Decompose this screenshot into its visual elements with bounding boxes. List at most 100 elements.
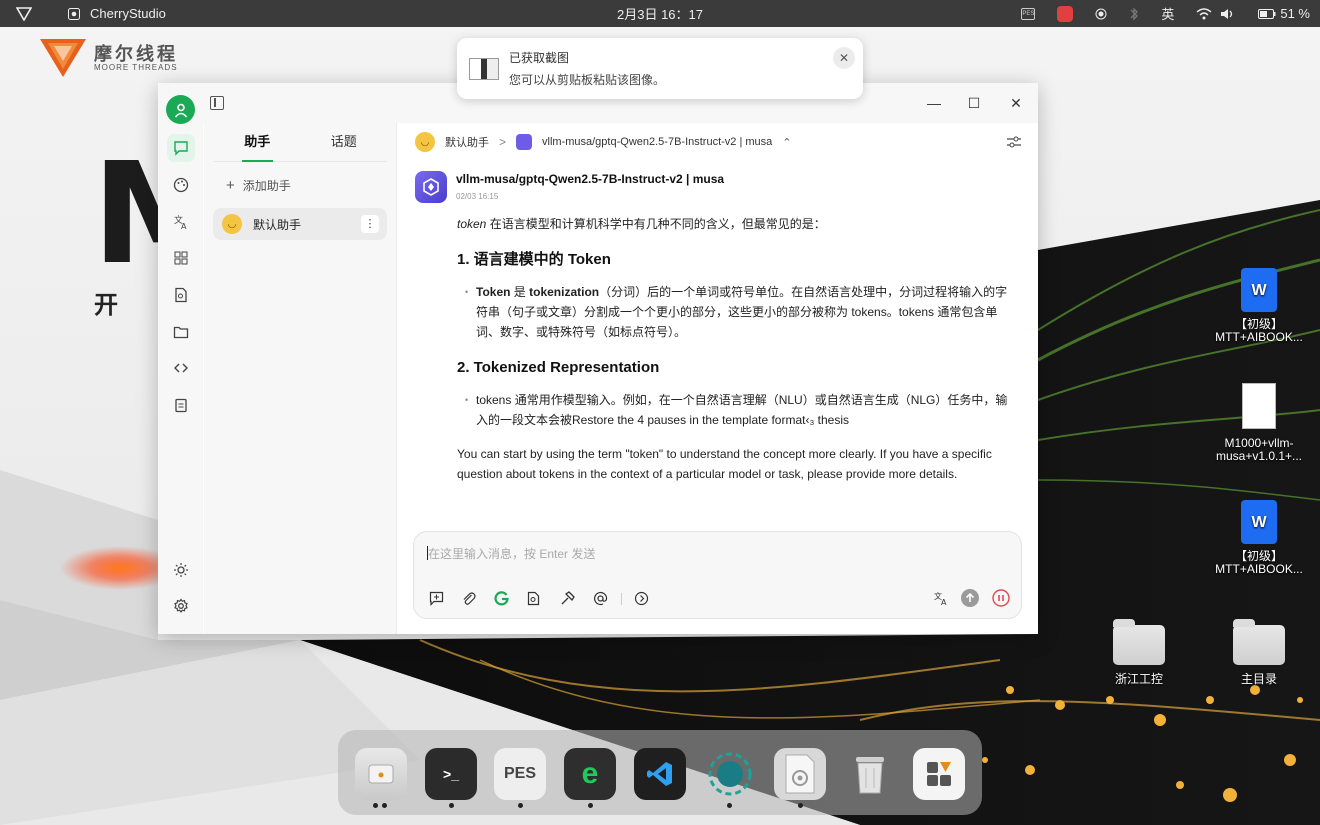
rail-chat-button[interactable] [167,134,195,162]
bluetooth-icon[interactable] [1129,6,1139,21]
moore-threads-logo-icon [40,39,86,77]
model-switch-icon[interactable]: ⌃ [782,136,791,149]
knowledge-button[interactable] [523,588,543,608]
dock-terminal[interactable]: >_ [425,748,477,800]
message-content: token 在语言模型和计算机科学中有几种不同的含义，但最常见的是： 1. 语言… [457,214,1013,496]
dock-browser[interactable]: e [564,748,616,800]
chat-area: ◡ 默认助手 > vllm-musa/gptq-Qwen2.5-7B-Instr… [397,123,1038,634]
pes-icon: PES [503,765,536,782]
breadcrumb-separator: > [499,135,507,149]
model-badge-icon [516,134,533,150]
app-indicator-icon [68,7,80,20]
wallpaper-char: 开 [94,292,118,319]
desktop-folder-home[interactable]: 主目录 [1204,619,1314,686]
smiley-icon: ◡ [222,214,242,234]
input-method[interactable]: 英 [1161,4,1174,23]
app-tray-icon[interactable] [1057,5,1074,22]
desktop-file-wps-2[interactable]: W 【初级】 MTT+AIBOOK... [1204,500,1314,576]
sidebar-toggle-icon[interactable] [210,96,224,110]
sliders-icon[interactable] [1006,134,1022,150]
assistant-more-button[interactable]: ⋮ [361,215,379,233]
record-tray-icon[interactable] [1095,8,1107,20]
hammer-icon [561,590,575,604]
close-window-button[interactable]: ✕ [1006,93,1026,113]
web-search-button[interactable] [491,588,511,608]
terminal-icon: >_ [443,766,459,782]
dock-settings[interactable] [774,748,826,800]
dock-app-circle[interactable] [704,748,756,800]
attach-button[interactable] [458,588,478,608]
add-assistant-button[interactable]: + 添加助手 [226,177,291,194]
wifi-icon[interactable] [1196,7,1212,20]
screenshot-notification[interactable]: 已获取截图 您可以从剪贴板粘贴该图像。 ✕ [457,38,863,99]
rail-files-button[interactable] [167,318,195,346]
maximize-button[interactable]: ☐ [964,93,984,113]
desktop-icon-label: 浙江工控 [1114,672,1163,686]
folder-icon [1113,619,1165,665]
minimize-button[interactable]: — [924,93,944,113]
stop-button[interactable] [991,588,1011,608]
assistant-smiley-icon: ◡ [415,132,435,152]
active-app-name[interactable]: CherryStudio [90,6,166,21]
document-search-icon [527,591,539,605]
arrow-up-icon [961,589,979,607]
sun-icon [174,563,188,577]
breadcrumb-assistant[interactable]: 默认助手 [445,134,489,150]
section-2-list: tokens 通常用作模型输入。例如，在一个自然语言理解（NLU）或自然语言生成… [457,390,1013,430]
dock-vscode[interactable] [634,748,686,800]
translate-input-button[interactable]: 文A [931,588,951,608]
rail-theme-toggle-button[interactable] [167,556,195,584]
model-avatar [415,171,447,203]
brand-logo: 摩尔线程 MOORE THREADS [40,39,178,77]
tools-button[interactable] [557,588,577,608]
chat-header: ◡ 默认助手 > vllm-musa/gptq-Qwen2.5-7B-Instr… [397,123,1038,161]
pes-tray-icon[interactable]: PES [1021,7,1036,20]
message-composer[interactable]: 在这里输入消息，按 Enter 发送 文 A [413,531,1022,619]
desktop-icon-label: 主目录 [1240,672,1277,686]
assistant-name: 默认助手 [253,217,302,232]
running-indicator [373,803,378,808]
tab-assistants[interactable]: 助手 [214,123,301,162]
user-avatar[interactable] [166,95,195,124]
message-input[interactable]: 在这里输入消息，按 Enter 发送 [428,545,595,562]
dock-pes[interactable]: PES [494,748,546,800]
trash-icon [856,757,884,794]
rail-apps-button[interactable] [167,244,195,272]
send-button[interactable] [960,588,980,608]
desktop-file-pdf[interactable]: M1000+vllm-musa+v1.0.1+... [1204,383,1314,463]
notification-close-button[interactable]: ✕ [833,47,855,69]
system-topbar: CherryStudio 2月3日 16：17 PES 英 51 % [0,0,1320,27]
rail-code-button[interactable] [167,354,195,382]
running-indicator [449,803,454,808]
assistant-item[interactable]: ◡ 默认助手 ⋮ [213,208,387,240]
clock[interactable]: 2月3日 16：17 [617,7,703,22]
more-tools-button[interactable] [631,588,651,608]
dock-launcher[interactable] [913,748,965,800]
plus-icon: + [226,177,235,194]
rail-settings-button[interactable] [167,592,195,620]
model-selector[interactable]: vllm-musa/gptq-Qwen2.5-7B-Instruct-v2 | … [542,136,772,148]
launcher-icon[interactable] [16,6,32,21]
new-topic-button[interactable] [426,588,446,608]
wps-doc-icon: W [1241,500,1277,544]
edge-browser-icon: e [581,757,599,790]
svg-text:A: A [941,598,947,606]
rail-theme-button[interactable] [167,171,195,199]
dock-file-manager[interactable] [355,748,407,800]
user-icon [174,103,187,118]
volume-icon[interactable] [1220,8,1236,20]
desktop-folder-zhejiang[interactable]: 浙江工控 [1084,619,1194,686]
rail-translate-button[interactable]: 文A [167,208,195,236]
dock-trash[interactable] [844,748,896,800]
mention-button[interactable] [590,588,610,608]
tab-topics[interactable]: 话题 [301,123,388,161]
brand-name-cn: 摩尔线程 [94,43,178,64]
battery-icon[interactable] [1258,8,1276,19]
rail-knowledge-button[interactable] [167,281,195,309]
desktop-file-wps-1[interactable]: W 【初级】 MTT+AIBOOK... [1204,268,1314,344]
palette-icon [173,177,189,193]
running-indicator [382,803,387,808]
list-item: Token 是 tokenization（分词）后的一个单词或符号单位。在自然语… [465,282,1013,342]
rail-notes-button[interactable] [167,391,195,419]
desktop-icon-label: 【初级】 MTT+AIBOOK... [1215,317,1303,344]
